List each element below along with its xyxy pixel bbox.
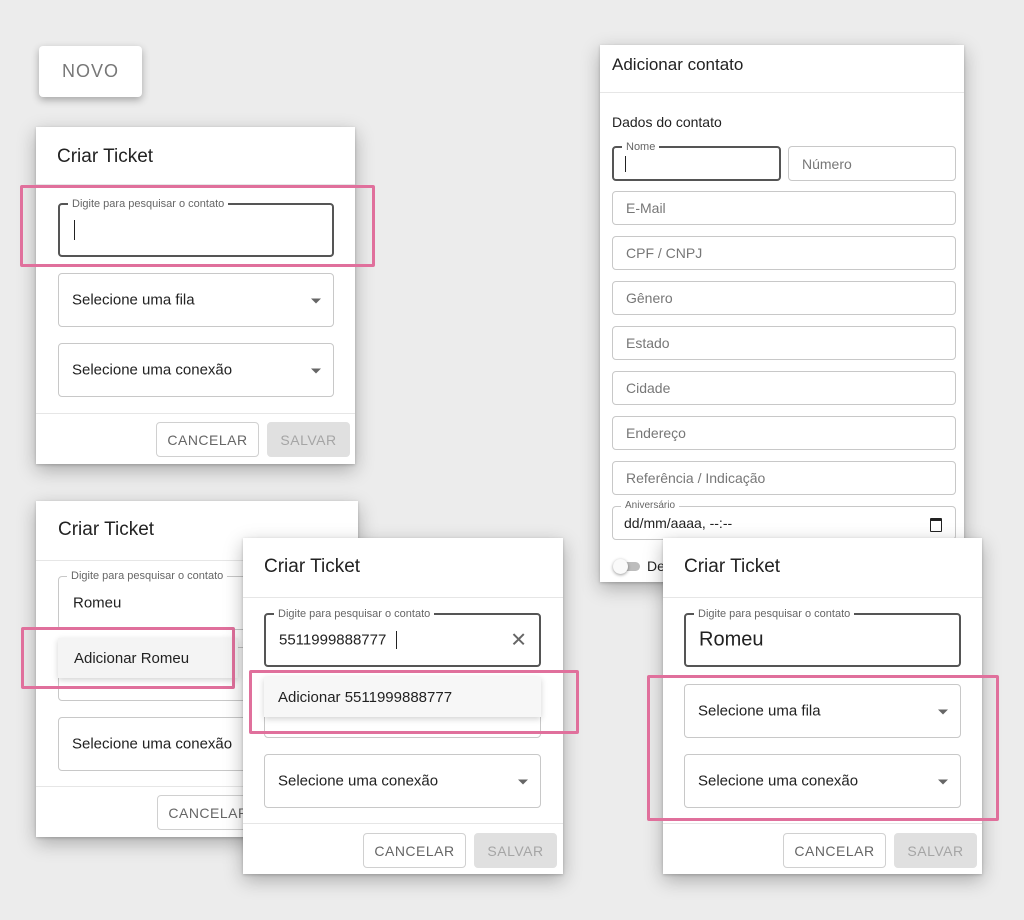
- cancel-button[interactable]: CANCELAR: [363, 833, 466, 868]
- connection-select-value: Selecione uma conexão: [72, 361, 233, 379]
- divider: [243, 597, 563, 598]
- dialog-title: Criar Ticket: [58, 519, 155, 540]
- close-icon[interactable]: ✕: [510, 628, 527, 653]
- toggle-switch[interactable]: [613, 559, 640, 574]
- section-title: Dados do contato: [612, 114, 722, 130]
- birthday-input[interactable]: Aniversário dd/mm/aaaa, --:--: [612, 499, 956, 540]
- divider: [243, 823, 563, 824]
- address-placeholder: Endereço: [626, 425, 686, 441]
- chevron-down-icon: [518, 779, 528, 785]
- contact-search-input[interactable]: Digite para pesquisar o contato 55119998…: [264, 607, 541, 667]
- name-label: Nome: [622, 140, 660, 154]
- dialog-title: Criar Ticket: [264, 556, 361, 577]
- address-input[interactable]: Endereço: [612, 416, 956, 450]
- toggle-thumb: [613, 559, 628, 574]
- connection-select-value: Selecione uma conexão: [72, 735, 233, 753]
- birthday-value: dd/mm/aaaa, --:--: [624, 515, 733, 531]
- number-input[interactable]: Número: [788, 146, 956, 181]
- contact-search-label: Digite para pesquisar o contato: [67, 569, 228, 583]
- novo-button[interactable]: NOVO: [39, 46, 142, 97]
- queue-select[interactable]: Selecione uma fila: [58, 273, 334, 327]
- referral-placeholder: Referência / Indicação: [626, 470, 766, 486]
- highlight-box: [249, 670, 579, 734]
- queue-select-value: Selecione uma fila: [72, 291, 195, 309]
- contact-search-value: 5511999888777: [279, 631, 387, 649]
- referral-input[interactable]: Referência / Indicação: [612, 461, 956, 495]
- dialog-title: Adicionar contato: [612, 55, 744, 74]
- dialog-title: Criar Ticket: [684, 556, 781, 577]
- cpf-placeholder: CPF / CNPJ: [626, 245, 703, 261]
- chevron-down-icon: [311, 368, 321, 374]
- cpf-input[interactable]: CPF / CNPJ: [612, 236, 956, 270]
- highlight-box: [21, 627, 235, 689]
- state-placeholder: Estado: [626, 335, 670, 351]
- divider: [36, 413, 355, 414]
- email-placeholder: E-Mail: [626, 200, 666, 216]
- dialog-title: Criar Ticket: [57, 146, 154, 167]
- name-input[interactable]: Nome: [612, 140, 781, 181]
- save-button[interactable]: SALVAR: [267, 422, 350, 457]
- birthday-label: Aniversário: [621, 499, 680, 513]
- contact-search-value: Romeu: [73, 594, 122, 612]
- save-button[interactable]: SALVAR: [474, 833, 557, 868]
- number-placeholder: Número: [802, 155, 852, 172]
- chevron-down-icon: [311, 298, 321, 304]
- text-caret: [396, 631, 397, 649]
- contact-search-value: Romeu: [699, 628, 764, 651]
- highlight-box: [647, 675, 999, 821]
- gender-input[interactable]: Gênero: [612, 281, 956, 315]
- city-placeholder: Cidade: [626, 380, 671, 396]
- create-ticket-dialog-1: Criar Ticket Digite para pesquisar o con…: [36, 127, 355, 464]
- connection-select[interactable]: Selecione uma conexão: [264, 754, 541, 808]
- calendar-icon[interactable]: [930, 518, 942, 532]
- city-input[interactable]: Cidade: [612, 371, 956, 405]
- email-input[interactable]: E-Mail: [612, 191, 956, 225]
- text-caret: [625, 155, 626, 172]
- save-button[interactable]: SALVAR: [894, 833, 977, 868]
- cancel-button[interactable]: CANCELAR: [783, 833, 886, 868]
- divider: [663, 597, 982, 598]
- contact-search-input[interactable]: Digite para pesquisar o contato Romeu: [684, 607, 961, 667]
- contact-search-label: Digite para pesquisar o contato: [274, 607, 435, 621]
- cancel-button[interactable]: CANCELAR: [156, 422, 259, 457]
- connection-select[interactable]: Selecione uma conexão: [58, 343, 334, 397]
- divider: [600, 92, 964, 93]
- highlight-box: [20, 185, 375, 267]
- state-input[interactable]: Estado: [612, 326, 956, 360]
- contact-search-label: Digite para pesquisar o contato: [694, 607, 855, 621]
- gender-placeholder: Gênero: [626, 290, 673, 306]
- connection-select-value: Selecione uma conexão: [278, 772, 439, 790]
- add-contact-dialog: Adicionar contato Dados do contato Nome …: [600, 45, 964, 582]
- divider: [663, 823, 982, 824]
